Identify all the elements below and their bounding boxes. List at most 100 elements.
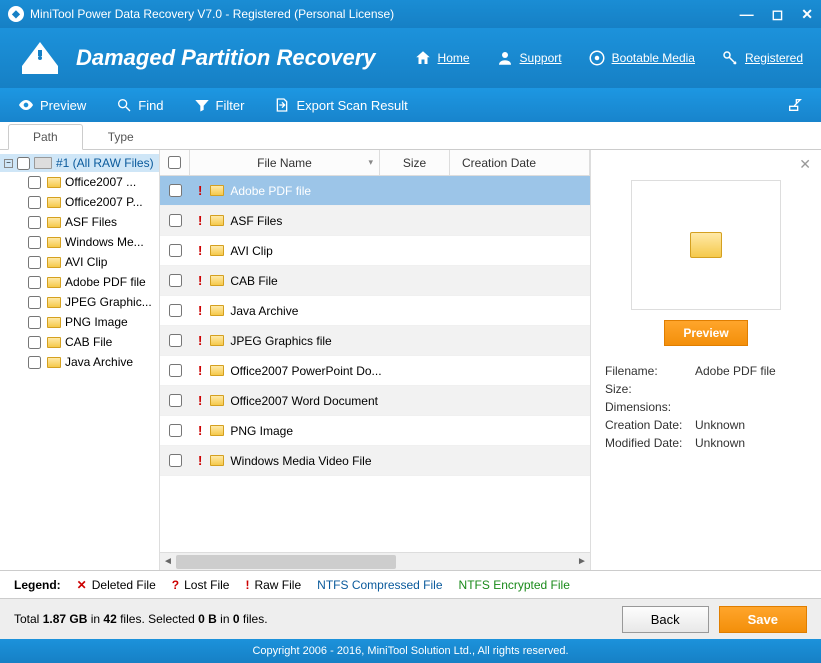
scroll-left-arrow[interactable]: ◄ [160, 554, 176, 570]
folder-icon [47, 257, 61, 268]
collapse-icon[interactable]: − [4, 159, 13, 168]
save-button[interactable]: Save [719, 606, 807, 633]
tab-type[interactable]: Type [83, 124, 159, 150]
row-checkbox[interactable] [169, 304, 182, 317]
share-tool[interactable] [787, 97, 803, 113]
folder-icon [47, 197, 61, 208]
nav-bootable[interactable]: Bootable Media [588, 49, 695, 67]
legend-raw: !Raw File [245, 578, 301, 592]
tree-item-checkbox[interactable] [28, 176, 41, 189]
tree-item[interactable]: AVI Clip [0, 252, 159, 272]
row-checkbox[interactable] [169, 244, 182, 257]
tree-item-label: Office2007 P... [65, 195, 143, 209]
tree-item[interactable]: JPEG Graphic... [0, 292, 159, 312]
raw-mark-icon: ! [198, 183, 202, 198]
tree-item-checkbox[interactable] [28, 316, 41, 329]
toolbar: Preview Find Filter Export Scan Result [0, 88, 821, 122]
export-tool[interactable]: Export Scan Result [274, 97, 407, 113]
tree-item[interactable]: ASF Files [0, 212, 159, 232]
tree-item-checkbox[interactable] [28, 276, 41, 289]
tree-root[interactable]: − #1 (All RAW Files) [0, 154, 159, 172]
tree-item-checkbox[interactable] [28, 236, 41, 249]
filter-tool[interactable]: Filter [194, 97, 245, 113]
minimize-button[interactable]: ― [740, 6, 754, 23]
status-bar: Total 1.87 GB in 42 files. Selected 0 B … [0, 598, 821, 639]
column-creation-date[interactable]: Creation Date [450, 150, 590, 175]
folder-icon [47, 357, 61, 368]
scroll-thumb[interactable] [176, 555, 396, 569]
row-checkbox[interactable] [169, 214, 182, 227]
search-icon [116, 97, 132, 113]
file-row[interactable]: !Office2007 Word Document [160, 386, 590, 416]
tree-item[interactable]: Office2007 P... [0, 192, 159, 212]
raw-mark-icon: ! [198, 303, 202, 318]
drive-icon [34, 157, 52, 169]
nav-registered[interactable]: Registered [721, 49, 803, 67]
tree-item-checkbox[interactable] [28, 356, 41, 369]
file-list: File Name▾ Size Creation Date ! Adobe PDF… [160, 150, 591, 570]
file-row[interactable]: ! PNG Image [160, 416, 590, 446]
folder-icon [210, 215, 224, 226]
file-name: JPEG Graphics file [230, 334, 331, 348]
row-checkbox[interactable] [169, 334, 182, 347]
column-filename[interactable]: File Name▾ [190, 150, 380, 175]
horizontal-scrollbar[interactable]: ◄ ► [160, 552, 590, 570]
tree-item[interactable]: CAB File [0, 332, 159, 352]
page-title: Damaged Partition Recovery [76, 45, 376, 71]
tree-item[interactable]: Windows Me... [0, 232, 159, 252]
file-row[interactable]: !JPEG Graphics file [160, 326, 590, 356]
tree-item-checkbox[interactable] [28, 196, 41, 209]
tree-item[interactable]: Office2007 ... [0, 172, 159, 192]
row-checkbox[interactable] [169, 394, 182, 407]
legend-label: Legend: [14, 578, 61, 592]
copyright-text: Copyright 2006 - 2016, MiniTool Solution… [252, 645, 568, 657]
find-tool[interactable]: Find [116, 97, 163, 113]
tree-root-checkbox[interactable] [17, 157, 30, 170]
meta-size-label: Size: [605, 382, 695, 396]
maximize-button[interactable]: ◻ [772, 6, 784, 23]
folder-icon [47, 217, 61, 228]
nav-support[interactable]: Support [496, 49, 562, 67]
file-name: PNG Image [230, 424, 293, 438]
tree-item-label: Adobe PDF file [65, 275, 146, 289]
nav-home[interactable]: Home [414, 49, 470, 67]
file-row[interactable]: !Office2007 PowerPoint Do... [160, 356, 590, 386]
tree-root-label: #1 (All RAW Files) [56, 156, 154, 170]
file-row[interactable]: ! Adobe PDF file [160, 176, 590, 206]
file-name: AVI Clip [230, 244, 272, 258]
tree-item-checkbox[interactable] [28, 336, 41, 349]
preview-button[interactable]: Preview [664, 320, 747, 346]
tree-item[interactable]: PNG Image [0, 312, 159, 332]
back-button[interactable]: Back [622, 606, 709, 633]
raw-mark-icon: ! [198, 423, 202, 438]
tree-item-checkbox[interactable] [28, 256, 41, 269]
tree-item[interactable]: Java Archive [0, 352, 159, 372]
sort-indicator-icon: ▾ [368, 157, 373, 168]
close-preview-button[interactable]: ✕ [799, 156, 811, 173]
select-all-checkbox[interactable] [168, 156, 181, 169]
preview-tool[interactable]: Preview [18, 97, 86, 113]
file-row[interactable]: !AVI Clip [160, 236, 590, 266]
row-checkbox[interactable] [169, 184, 182, 197]
file-row[interactable]: !CAB File [160, 266, 590, 296]
tab-path[interactable]: Path [8, 124, 83, 150]
file-row[interactable]: !Java Archive [160, 296, 590, 326]
tree-item-checkbox[interactable] [28, 216, 41, 229]
row-checkbox[interactable] [169, 364, 182, 377]
row-checkbox[interactable] [169, 424, 182, 437]
folder-icon [210, 185, 224, 196]
file-row[interactable]: !Windows Media Video File [160, 446, 590, 476]
file-row[interactable]: !ASF Files [160, 206, 590, 236]
row-checkbox[interactable] [169, 454, 182, 467]
meta-modified-value: Unknown [695, 436, 745, 450]
file-name: Adobe PDF file [230, 184, 311, 198]
row-checkbox[interactable] [169, 274, 182, 287]
tree-item-checkbox[interactable] [28, 296, 41, 309]
folder-icon [210, 275, 224, 286]
close-button[interactable]: ✕ [801, 6, 813, 23]
folder-icon [210, 395, 224, 406]
raw-mark-icon: ! [198, 363, 202, 378]
tree-item[interactable]: Adobe PDF file [0, 272, 159, 292]
column-size[interactable]: Size [380, 150, 450, 175]
scroll-right-arrow[interactable]: ► [574, 554, 590, 570]
